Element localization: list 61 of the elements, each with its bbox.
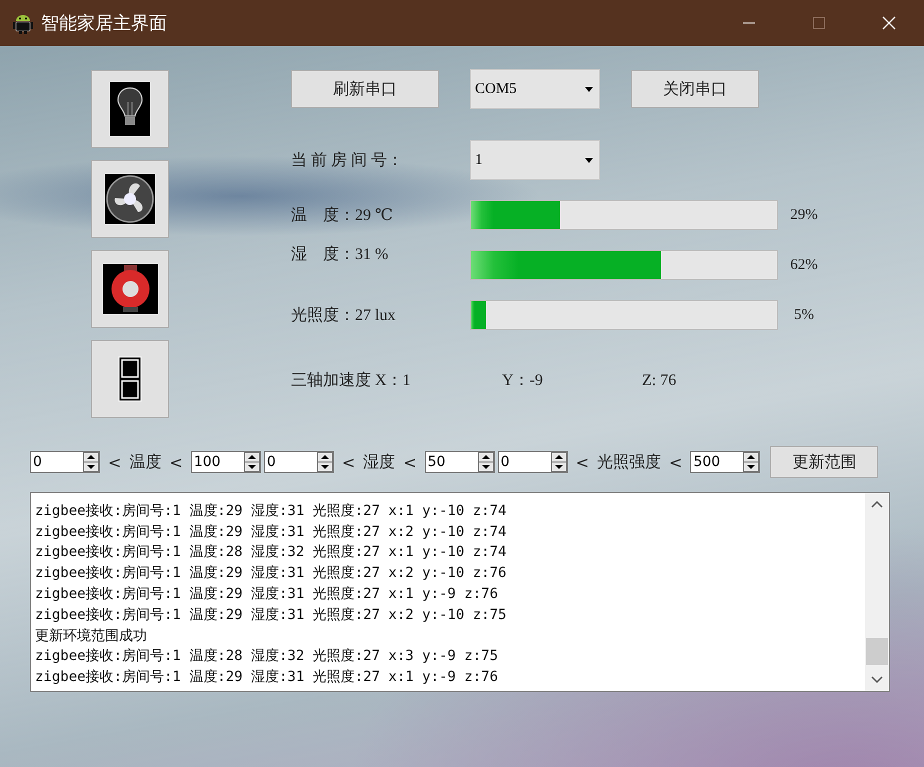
scrollbar[interactable] [865, 493, 889, 691]
log-line: zigbee接收:房间号:1 温度:29 湿度:31 光照度:27 x:1 y:-9 z:76 [35, 585, 500, 604]
close-port-button[interactable]: 关闭串口 [631, 70, 759, 108]
acceleration-z-text: Z: 76 [642, 372, 676, 390]
scroll-down-icon[interactable] [871, 676, 883, 684]
log-line: zigbee接收:房间号:1 温度:29 湿度:31 光照度:27 x:1 y:-10 z:74 [35, 502, 508, 521]
scroll-up-icon[interactable] [871, 500, 883, 508]
number-field[interactable]: 0 [264, 451, 334, 473]
spinner-icon[interactable] [83, 452, 99, 472]
sensor-label: 光照度：27 lux [291, 306, 396, 326]
number-field[interactable]: 500 [690, 451, 760, 473]
update-range-button[interactable]: 更新范围 [770, 446, 878, 478]
device-tile[interactable] [91, 160, 169, 238]
room-dropdown[interactable]: 1 [470, 140, 600, 180]
percent-text: 29% [789, 206, 819, 224]
port-dropdown[interactable]: COM5 [470, 69, 600, 109]
log-line: zigbee接收:房间号:1 温度:29 湿度:31 光照度:27 x:2 y:-10 z:75 [35, 606, 508, 625]
spinner-icon[interactable] [244, 452, 260, 472]
number-field[interactable]: 0 [498, 451, 568, 473]
light-bulb-icon [110, 82, 150, 136]
alarm-bell-icon [102, 264, 158, 314]
number-field[interactable]: 50 [424, 451, 495, 473]
range-label: 湿度 [363, 452, 396, 472]
range-label: 温度 [129, 452, 162, 472]
percent-text: 5% [793, 306, 815, 324]
sensor-label: 温 度：29 ℃ [291, 206, 394, 226]
spinner-icon[interactable] [316, 452, 333, 472]
less-than-sign: < [342, 452, 356, 472]
sensor-label: 湿 度：31 % [291, 244, 390, 265]
device-tile[interactable] [91, 340, 169, 418]
caret-icon [585, 158, 593, 162]
device-tile[interactable] [91, 250, 169, 328]
spinner-icon[interactable] [550, 452, 567, 472]
less-than-sign: < [169, 452, 183, 472]
less-than-sign: < [108, 452, 122, 472]
log-line: zigbee接收:房间号:1 温度:29 湿度:31 光照度:27 x:1 y:-9 z:76 [35, 668, 500, 688]
spinner-icon[interactable] [743, 452, 760, 472]
spinner-icon[interactable] [478, 452, 494, 472]
log-line: zigbee接收:房间号:1 温度:29 湿度:31 光照度:27 x:2 y:-10 z:74 [35, 522, 508, 542]
percent-text: 62% [789, 256, 819, 274]
refresh-port-button[interactable]: 刷新串口 [291, 70, 439, 108]
acceleration-y-text: Y：-9 [502, 371, 544, 391]
seven-segment-digit-icon [118, 356, 142, 402]
acceleration-x-text: 三轴加速度 X：1 [291, 370, 412, 391]
caret-icon [585, 86, 593, 92]
log-line: zigbee接收:房间号:1 温度:28 湿度:32 光照度:27 x:3 y:-9 z:75 [35, 647, 500, 666]
device-tile[interactable] [91, 70, 169, 148]
log-line: zigbee接收:房间号:1 温度:29 湿度:31 光照度:27 x:2 y:-10 z:76 [35, 564, 508, 584]
range-label: 光照强度 [597, 452, 662, 472]
less-than-sign: < [669, 452, 682, 472]
close-icon[interactable] [881, 15, 897, 31]
room-label: 当 前 房 间 号： [291, 150, 404, 170]
less-than-sign: < [403, 452, 417, 472]
log-line: zigbee接收:房间号:1 温度:28 湿度:32 光照度:27 x:1 y:-10 z:74 [35, 543, 508, 562]
scroll-thumb[interactable] [866, 638, 888, 665]
log-line: 更新环境范围成功 [35, 626, 148, 646]
number-field[interactable]: 0 [30, 451, 100, 473]
window-title: 智能家居主界面 [41, 12, 168, 35]
fan-icon [105, 174, 155, 224]
number-field[interactable]: 100 [190, 451, 261, 473]
less-than-sign: < [576, 452, 590, 472]
